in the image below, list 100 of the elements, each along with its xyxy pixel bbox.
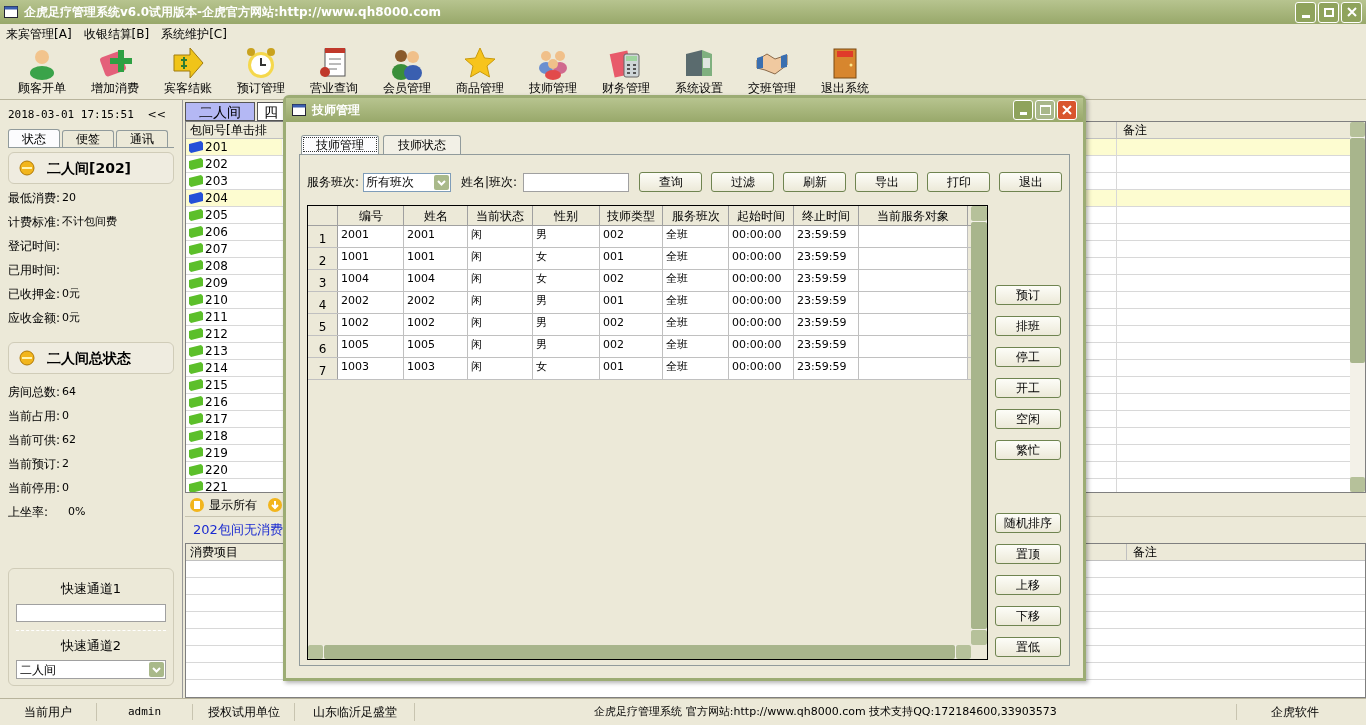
collapse-button[interactable]: << [147, 106, 166, 124]
action-button[interactable]: 预订 [995, 285, 1061, 305]
field-label: 房间总数: [8, 384, 61, 401]
action-button[interactable]: 上移 [995, 575, 1061, 595]
table-cell: 闲 [468, 226, 533, 247]
column-header: 终止时间 [794, 206, 859, 225]
action-button[interactable]: 空闲 [995, 409, 1061, 429]
toolbar-button[interactable]: 商品管理 [443, 44, 516, 98]
table-cell: 全班 [663, 248, 729, 269]
panel-tab[interactable]: 通讯 [116, 130, 168, 147]
action-button[interactable]: 置低 [995, 637, 1061, 657]
app-icon [4, 6, 18, 18]
status-user: admin [97, 703, 193, 721]
close-button[interactable] [1341, 1, 1362, 23]
menu-item[interactable]: 来宾管理[A] [6, 25, 72, 43]
toolbar-button[interactable]: 预订管理 [224, 44, 297, 98]
table-cell: 2001 [338, 226, 404, 247]
room-number: 217 [205, 413, 228, 425]
table-cell: 00:00:00 [729, 314, 794, 335]
restore-button[interactable] [1318, 1, 1339, 23]
panel-tab[interactable]: 状态 [8, 129, 60, 147]
room-number: 207 [205, 243, 228, 255]
field-label: 当前占用: [8, 408, 61, 425]
room-icon [188, 191, 204, 205]
action-button[interactable]: 导出 [855, 172, 918, 192]
toolbar-button[interactable]: 技师管理 [516, 44, 589, 98]
quick-input-field[interactable] [16, 603, 166, 622]
field-value: 0 [62, 479, 70, 496]
room-icon [188, 412, 204, 426]
room-icon [188, 242, 204, 256]
field-label: 服务班次: [307, 174, 360, 191]
field-value: 0元 [62, 285, 81, 302]
dialog-tab[interactable]: 技师状态 [383, 135, 461, 154]
room-number: 209 [205, 277, 228, 289]
action-button[interactable]: 查询 [639, 172, 702, 192]
toolbar-button[interactable]: 系统设置 [662, 44, 735, 98]
menu-item[interactable]: 系统维护[C] [161, 25, 227, 43]
table-cell: 1004 [338, 270, 404, 291]
action-button[interactable]: 退出 [999, 172, 1062, 192]
status-ball-icon [19, 350, 35, 366]
action-button[interactable]: 停工 [995, 347, 1061, 367]
action-button[interactable]: 置顶 [995, 544, 1061, 564]
table-cell: 1001 [338, 248, 404, 269]
dialog-title: 技师管理 [312, 102, 360, 119]
field-label: 已用时间: [8, 262, 61, 279]
room-icon [188, 361, 204, 375]
minimize-button[interactable] [1013, 100, 1033, 120]
room-icon [188, 395, 204, 409]
show-all-button[interactable]: 显示所有 [209, 495, 257, 514]
field-label: 上坐率: [8, 504, 49, 521]
room-icon [188, 327, 204, 341]
room-icon [188, 157, 204, 171]
close-button[interactable] [1057, 100, 1077, 120]
action-button[interactable]: 下移 [995, 606, 1061, 626]
room-type-select[interactable]: 二人间 [16, 660, 166, 679]
name-input-field[interactable] [523, 172, 629, 192]
table-cell: 23:59:59 [794, 248, 859, 269]
room-number: 216 [205, 396, 228, 408]
table-cell: 闲 [468, 358, 533, 379]
shift-select[interactable]: 所有班次 [363, 172, 451, 192]
table-cell: 1003 [338, 358, 404, 379]
dialog-tab[interactable]: 技师管理 [301, 135, 379, 154]
toolbar-button[interactable]: 会员管理 [370, 44, 443, 98]
datetime: 2018-03-01 17:15:51 [8, 106, 134, 123]
room-icon [188, 225, 204, 239]
toolbar-button[interactable]: 宾客结账 [151, 44, 224, 98]
action-button[interactable]: 繁忙 [995, 440, 1061, 460]
room-number: 208 [205, 260, 228, 272]
toolbar-button[interactable]: 增加消费 [78, 44, 151, 98]
toolbar-button[interactable]: 退出系统 [808, 44, 881, 98]
room-type-tab[interactable]: 二人间 [185, 102, 255, 121]
room-cell[interactable]: 201 [186, 139, 282, 155]
room-cell[interactable]: 204 [186, 190, 282, 206]
action-button[interactable]: 刷新 [783, 172, 846, 192]
panel-tab[interactable]: 便签 [62, 130, 114, 147]
minimize-button[interactable] [1295, 1, 1316, 23]
table-cell: 女 [533, 248, 600, 269]
menu-item[interactable]: 收银结算[B] [83, 25, 150, 43]
star-icon [462, 46, 497, 80]
room-icon [188, 174, 204, 188]
action-button[interactable]: 排班 [995, 316, 1061, 336]
room-icon [188, 259, 204, 273]
table-cell: 002 [600, 314, 663, 335]
toolbar-button[interactable]: 顾客开单 [5, 44, 78, 98]
action-button[interactable]: 随机排序 [995, 513, 1061, 533]
table-cell: 00:00:00 [729, 336, 794, 357]
action-button[interactable]: 打印 [927, 172, 990, 192]
arrow-icon [170, 46, 205, 80]
room-icon [188, 293, 204, 307]
table-cell: 23:59:59 [794, 358, 859, 379]
action-button[interactable]: 开工 [995, 378, 1061, 398]
toolbar-button[interactable]: 交班管理 [735, 44, 808, 98]
room-icon [188, 463, 204, 477]
table-cell: 1003 [404, 358, 468, 379]
maximize-button[interactable] [1035, 100, 1055, 120]
room-icon [188, 310, 204, 324]
group-header: 二人间[202] [8, 152, 174, 184]
action-button[interactable]: 过滤 [711, 172, 774, 192]
table-cell: 闲 [468, 314, 533, 335]
dropdown-icon [149, 662, 164, 677]
